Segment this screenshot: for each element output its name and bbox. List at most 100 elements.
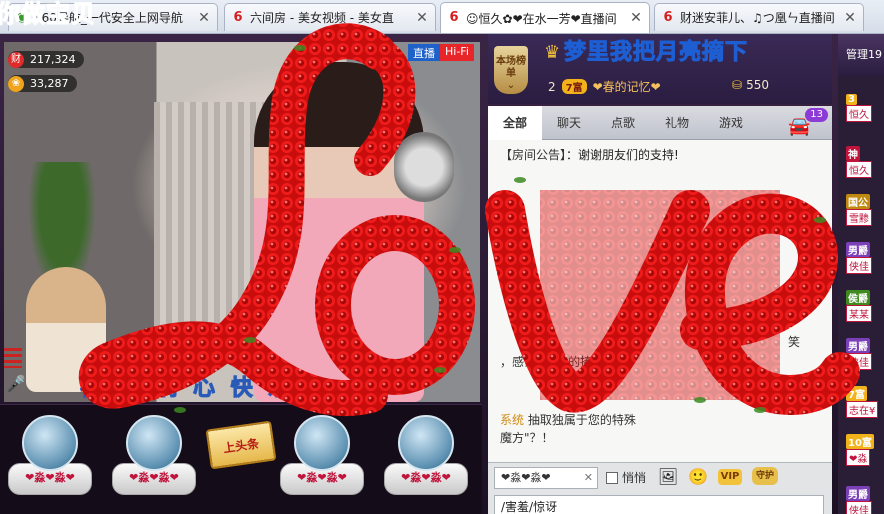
close-icon[interactable]: ✕: [197, 10, 211, 26]
wealth-count: 217,324: [30, 53, 76, 66]
gift-stat: ❀ 33,287: [8, 75, 77, 92]
rank-badge: 男爵: [846, 338, 870, 353]
top-fan-row[interactable]: 2 7富 ❤春的记忆❤: [548, 78, 661, 95]
rank-badge: 男爵: [846, 486, 870, 501]
msg-text: ，感谢: [500, 355, 537, 369]
rank-badge: 男爵: [846, 242, 870, 257]
rank-badge: 国公: [846, 194, 870, 209]
audience-name: 志在¥: [846, 401, 879, 418]
browser-tab-6room[interactable]: 6 六间房 - 美女视频 - 美女直 ✕: [224, 3, 436, 31]
emoji-icon[interactable]: 🙂: [686, 465, 710, 489]
seat-bar: ❤淼❤淼❤ ❤淼❤淼❤ 上头条 ❤淼❤淼❤ ❤淼❤淼❤: [0, 404, 482, 514]
audience-name: ❤淼: [846, 449, 871, 466]
guard-button[interactable]: 守护: [752, 467, 778, 485]
audience-item[interactable]: 国公 雪黪: [846, 194, 872, 226]
tab-label: ☺恒久✿❤在水一芳❤直播间: [466, 11, 617, 26]
wealth-icon: 财: [8, 51, 24, 68]
notice-key: 【房间公告】: [500, 148, 567, 162]
audience-item[interactable]: 7富 志在¥: [846, 386, 879, 418]
tab-gift[interactable]: 礼物: [650, 106, 704, 140]
coin-icon: ⛁: [732, 78, 743, 92]
headline-button[interactable]: 上头条: [205, 420, 277, 470]
browser-tab-active-room[interactable]: 6 ☺恒久✿❤在水一芳❤直播间 ✕: [440, 2, 650, 33]
microphone-icon[interactable]: 🎤: [6, 374, 26, 396]
image-icon[interactable]: 🖼: [656, 465, 680, 489]
recipient-select[interactable]: ❤淼❤淼❤ ✕: [494, 467, 598, 489]
rank-list-button[interactable]: 本场榜单 ⌄: [494, 46, 528, 94]
crystal-ball-icon: [22, 415, 78, 471]
chat-message-side: 笑: [788, 335, 801, 349]
audience-name: 侠佳: [846, 353, 872, 370]
manager-tab[interactable]: 管理19: [838, 34, 884, 76]
audience-item[interactable]: 男爵 侠佳: [846, 486, 872, 514]
close-icon[interactable]: ✕: [843, 10, 857, 26]
six-logo-icon: 6: [233, 9, 243, 25]
live-badge: 直播 Hi-Fi: [408, 44, 474, 61]
audience-item[interactable]: 3 恒久: [846, 94, 872, 122]
browser-tab-room2[interactable]: 6 财迷安菲儿、♫つ凰ㄣ直播间 ✕: [654, 3, 864, 31]
quality-label[interactable]: Hi-Fi: [440, 44, 474, 61]
tab-all[interactable]: 全部: [488, 106, 542, 140]
msg-text: 抽取独属于您的特殊: [527, 413, 636, 427]
overlay-title: 你做宝贝: [0, 0, 96, 29]
seat-1[interactable]: ❤淼❤淼❤: [8, 415, 92, 501]
audience-name: 恒久: [846, 105, 872, 122]
seat-4[interactable]: ❤淼❤淼❤: [384, 415, 468, 501]
live-label: 直播: [408, 44, 440, 61]
tab-song[interactable]: 点歌: [596, 106, 650, 140]
tab-game[interactable]: 游戏: [704, 106, 758, 140]
scene-microphone: [394, 132, 454, 202]
audience-item[interactable]: 侯爵 某某: [846, 290, 872, 322]
gift-icon: ❀: [8, 75, 24, 92]
crystal-ball-icon: [126, 415, 182, 471]
msg-text: 的捧: [568, 355, 593, 369]
audience-name: 恒久: [846, 161, 872, 178]
whisper-checkbox[interactable]: [606, 471, 618, 484]
marquee-text: 祝 你 们 心 快 乐: [80, 376, 295, 401]
whisper-toggle[interactable]: 悄悄: [606, 469, 646, 486]
seat-3[interactable]: ❤淼❤淼❤: [280, 415, 364, 501]
car-button[interactable]: 🚘 13: [788, 108, 828, 137]
menu-list-icon[interactable]: [4, 348, 22, 368]
audience-item[interactable]: 10富 ❤淼: [846, 434, 874, 466]
vip-button[interactable]: VIP: [718, 469, 742, 485]
chat-input-bar: ❤淼❤淼❤ ✕ 悄悄 🖼 🙂 VIP 守护 /害羞/惊讶: [488, 462, 832, 514]
wealth-level-badge: 7富: [561, 79, 587, 94]
audience-column: 管理19 3 恒久神恒久 国公 雪黪 男爵 侠佳 侯爵 某某 男爵 侠佳 7富 志在¥ 10富 ❤淼 男爵侠…: [838, 34, 884, 514]
chat-message-system: 系统 抽取独属于您的特殊: [500, 412, 636, 428]
audience-item[interactable]: 男爵 侠佳: [846, 338, 872, 370]
anchor-name: 梦里我把月亮摘下: [563, 40, 749, 66]
chevron-down-icon: ⌄: [506, 80, 516, 91]
seat-name: ❤淼❤淼❤: [401, 471, 451, 484]
msg-user[interactable]: ❤淼❤: [536, 355, 568, 369]
seat-name: ❤淼❤淼❤: [25, 471, 75, 484]
notice-text: ：谢谢朋友们的支持!: [566, 148, 679, 162]
clear-icon[interactable]: ✕: [584, 468, 593, 488]
audience-item[interactable]: 男爵 侠佳: [846, 242, 872, 274]
wealth-stat: 财 217,324: [8, 51, 84, 68]
crystal-ball-icon: [398, 415, 454, 471]
rank-badge: 7富: [846, 386, 867, 401]
audience-name: 某某: [846, 305, 872, 322]
rank-badge: 神: [846, 146, 860, 161]
chat-message-magic: 魔方"？！: [500, 431, 554, 445]
rank-badge: 侯爵: [846, 290, 870, 305]
browser-tab-bar: ◉ 360导航_一代安全上网导航 ✕ 6 六间房 - 美女视频 - 美女直 ✕ …: [0, 0, 884, 34]
audience-item[interactable]: 神恒久: [846, 146, 872, 178]
chat-input[interactable]: /害羞/惊讶: [494, 495, 824, 514]
video-player[interactable]: [4, 42, 480, 402]
close-icon[interactable]: ✕: [629, 10, 643, 26]
tab-chat[interactable]: 聊天: [542, 106, 596, 140]
coin-value: 550: [746, 78, 769, 92]
rank-badge: 10富: [846, 434, 874, 449]
chat-message: ，感谢❤淼❤的捧: [500, 354, 592, 370]
tab-label: 财迷安菲儿、♫つ凰ㄣ直播间: [680, 11, 835, 25]
audience-name: 侠佳: [846, 257, 872, 274]
crystal-ball-icon: [294, 415, 350, 471]
close-icon[interactable]: ✕: [415, 10, 429, 26]
seat-2[interactable]: ❤淼❤淼❤: [112, 415, 196, 501]
anchor-header: 本场榜单 ⌄ ♛ 梦里我把月亮摘下 2 7富 ❤春的记忆❤ ⛁ 550: [488, 34, 832, 104]
rank-number: 2: [548, 79, 556, 94]
trophy-icon: ♛: [544, 42, 561, 63]
streamer-figure: [254, 62, 424, 402]
